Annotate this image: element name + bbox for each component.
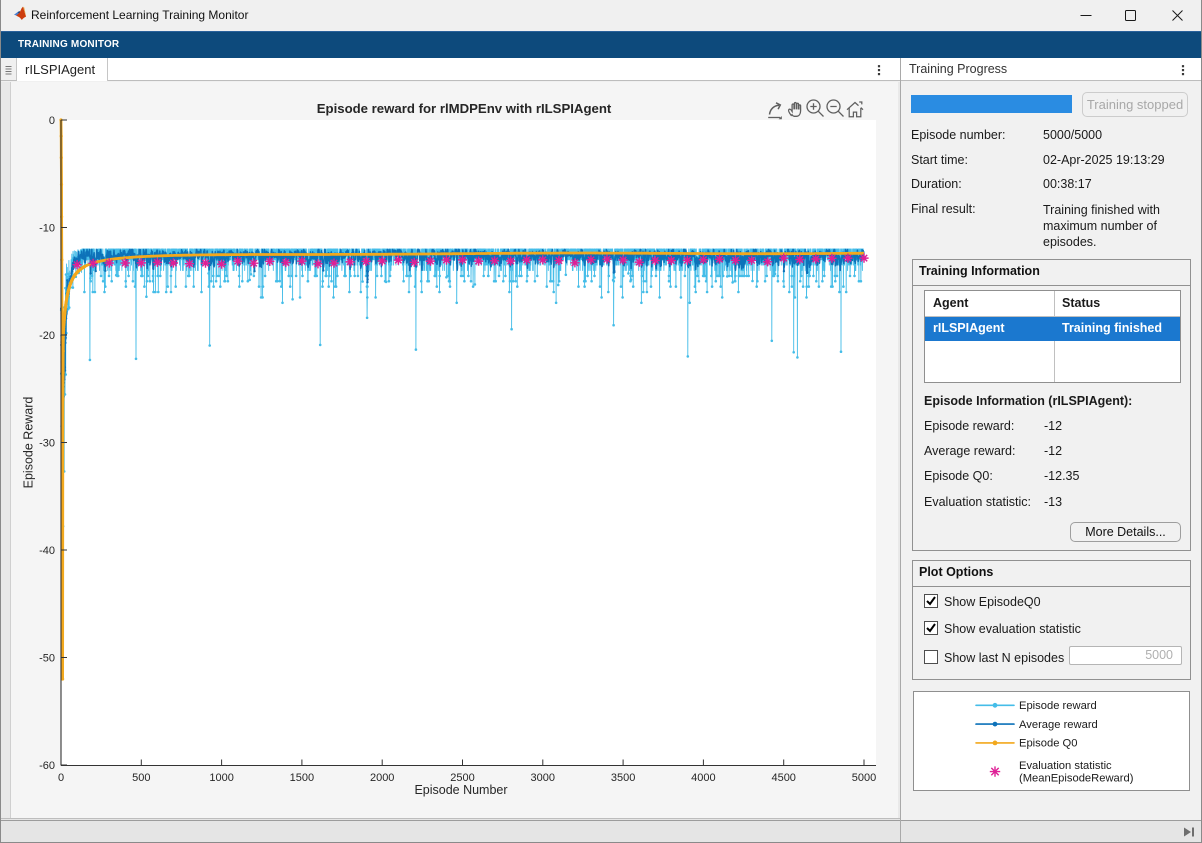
svg-text:3500: 3500 [611,772,635,784]
svg-text:5000: 5000 [852,772,876,784]
svg-text:-40: -40 [39,545,55,557]
svg-text:4500: 4500 [771,772,795,784]
svg-text:(MeanEpisodeReward): (MeanEpisodeReward) [1019,772,1134,784]
svg-text:Evaluation statistic: Evaluation statistic [1019,760,1112,772]
svg-text:3000: 3000 [531,772,555,784]
svg-text:2000: 2000 [370,772,394,784]
svg-text:-20: -20 [39,330,55,342]
svg-text:Average reward: Average reward [1019,719,1098,731]
svg-text:-50: -50 [39,652,55,664]
svg-text:4000: 4000 [691,772,715,784]
svg-text:1500: 1500 [290,772,314,784]
svg-text:-10: -10 [39,222,55,234]
svg-text:0: 0 [49,115,55,127]
svg-text:Episode reward: Episode reward [1019,700,1097,712]
svg-text:Episode Q0: Episode Q0 [1019,738,1077,750]
svg-text:-60: -60 [39,760,55,772]
svg-text:Episode Reward: Episode Reward [22,397,36,489]
svg-text:-30: -30 [39,437,55,449]
svg-text:1000: 1000 [209,772,233,784]
svg-text:500: 500 [132,772,150,784]
svg-text:Episode Number: Episode Number [414,783,507,797]
svg-text:0: 0 [58,772,64,784]
svg-text:Episode reward for rlMDPEnv wi: Episode reward for rlMDPEnv with rILSPIA… [317,101,612,116]
